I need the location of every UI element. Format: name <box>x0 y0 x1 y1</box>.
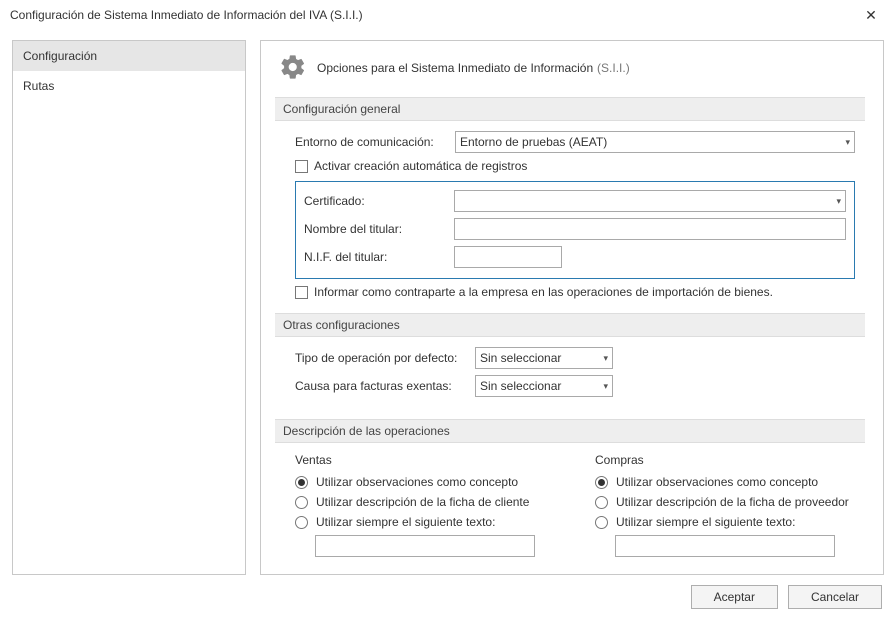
env-label: Entorno de comunicación: <box>295 135 455 149</box>
chevron-down-icon: ▾ <box>845 137 850 148</box>
cert-label: Certificado: <box>304 194 454 208</box>
section-header-other: Otras configuraciones <box>275 313 865 337</box>
purchases-radio-obs-label: Utilizar observaciones como concepto <box>616 475 818 489</box>
chevron-down-icon: ▾ <box>836 196 841 207</box>
cancel-button[interactable]: Cancelar <box>788 585 882 609</box>
main-panel: Opciones para el Sistema Inmediato de In… <box>260 40 884 575</box>
counterpart-checkbox[interactable] <box>295 286 308 299</box>
sales-radio-texto-label: Utilizar siempre el siguiente texto: <box>316 515 495 529</box>
purchases-radio-texto-label: Utilizar siempre el siguiente texto: <box>616 515 795 529</box>
purchases-radio-texto[interactable] <box>595 516 608 529</box>
gear-icon <box>279 53 307 81</box>
op-type-value: Sin seleccionar <box>480 351 561 365</box>
titular-input[interactable] <box>454 218 846 240</box>
chevron-down-icon: ▾ <box>603 381 608 392</box>
sales-radio-obs-label: Utilizar observaciones como concepto <box>316 475 518 489</box>
exempt-value: Sin seleccionar <box>480 379 561 393</box>
sidebar-item-rutas[interactable]: Rutas <box>13 71 245 101</box>
purchases-text-input[interactable] <box>615 535 835 557</box>
section-header-desc: Descripción de las operaciones <box>275 419 865 443</box>
section-header-general: Configuración general <box>275 97 865 121</box>
counterpart-label: Informar como contraparte a la empresa e… <box>314 285 773 299</box>
env-combo[interactable]: Entorno de pruebas (AEAT) ▾ <box>455 131 855 153</box>
exempt-label: Causa para facturas exentas: <box>295 379 475 393</box>
purchases-title: Compras <box>595 453 855 467</box>
nif-label: N.I.F. del titular: <box>304 250 454 264</box>
sales-column: Ventas Utilizar observaciones como conce… <box>295 453 555 557</box>
page-title-suffix: (S.I.I.) <box>597 61 630 75</box>
sales-text-input[interactable] <box>315 535 535 557</box>
chevron-down-icon: ▾ <box>603 353 608 364</box>
auto-create-label: Activar creación automática de registros <box>314 159 527 173</box>
cert-combo[interactable]: ▾ <box>454 190 846 212</box>
nif-input[interactable] <box>454 246 562 268</box>
sales-radio-ficha-label: Utilizar descripción de la ficha de clie… <box>316 495 529 509</box>
sales-radio-texto[interactable] <box>295 516 308 529</box>
page-title-main: Opciones para el Sistema Inmediato de In… <box>317 61 593 75</box>
env-combo-value: Entorno de pruebas (AEAT) <box>460 135 607 149</box>
titular-label: Nombre del titular: <box>304 222 454 236</box>
purchases-radio-ficha-label: Utilizar descripción de la ficha de prov… <box>616 495 849 509</box>
dialog-footer: Aceptar Cancelar <box>0 575 896 619</box>
op-type-combo[interactable]: Sin seleccionar ▾ <box>475 347 613 369</box>
purchases-radio-obs[interactable] <box>595 476 608 489</box>
page-title: Opciones para el Sistema Inmediato de In… <box>317 59 630 75</box>
sales-radio-obs[interactable] <box>295 476 308 489</box>
sidebar: Configuración Rutas <box>12 40 246 575</box>
auto-create-checkbox[interactable] <box>295 160 308 173</box>
certificate-frame: Certificado: ▾ Nombre del titular: N.I.F… <box>295 181 855 279</box>
window-title: Configuración de Sistema Inmediato de In… <box>10 8 856 22</box>
purchases-radio-ficha[interactable] <box>595 496 608 509</box>
close-icon[interactable]: ✕ <box>856 7 886 24</box>
sidebar-item-configuracion[interactable]: Configuración <box>13 41 245 71</box>
sales-radio-ficha[interactable] <box>295 496 308 509</box>
purchases-column: Compras Utilizar observaciones como conc… <box>595 453 855 557</box>
exempt-combo[interactable]: Sin seleccionar ▾ <box>475 375 613 397</box>
sales-title: Ventas <box>295 453 555 467</box>
ok-button[interactable]: Aceptar <box>691 585 778 609</box>
titlebar: Configuración de Sistema Inmediato de In… <box>0 0 896 30</box>
op-type-label: Tipo de operación por defecto: <box>295 351 475 365</box>
